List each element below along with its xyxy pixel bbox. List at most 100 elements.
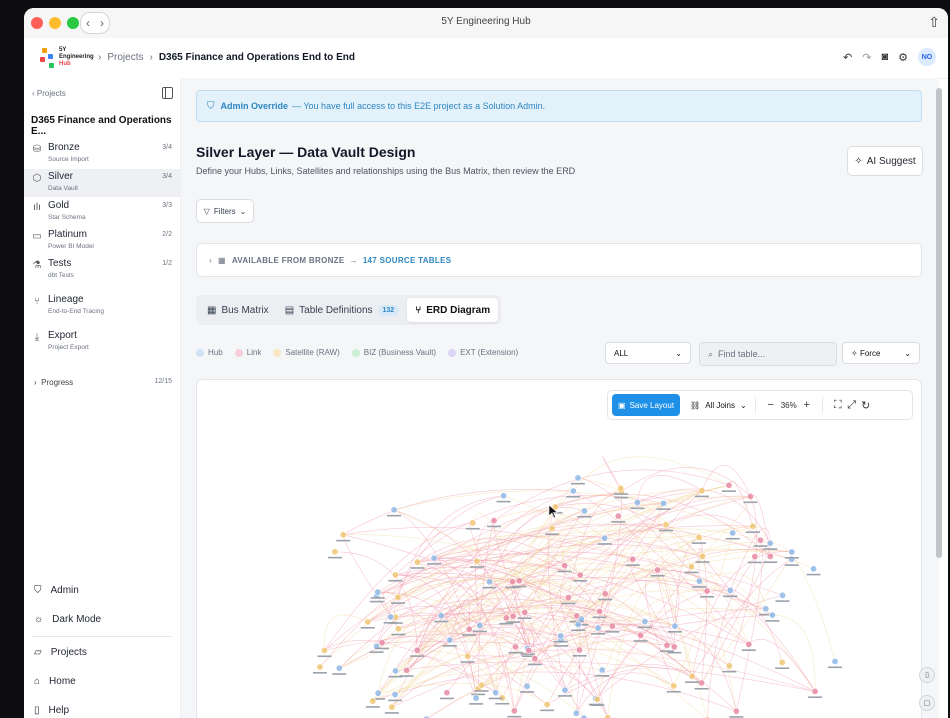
erd-node[interactable]	[670, 682, 678, 690]
erd-node[interactable]	[695, 533, 703, 541]
avatar[interactable]: NO	[918, 48, 936, 66]
erd-node[interactable]	[574, 620, 582, 628]
fit-view-icon[interactable]: ⛶	[831, 399, 845, 412]
erd-graph[interactable]	[197, 380, 921, 718]
erd-node[interactable]	[749, 522, 757, 530]
erd-node[interactable]	[732, 707, 740, 715]
erd-node[interactable]	[509, 612, 517, 620]
erd-node[interactable]	[378, 639, 386, 647]
sidebar-item-bronze[interactable]: ⛁ Bronze Source Import 3/4	[24, 140, 180, 168]
erd-node[interactable]	[614, 512, 622, 520]
tab-table-definitions[interactable]: ▤ Table Definitions 132	[277, 298, 408, 322]
erd-node[interactable]	[725, 481, 733, 489]
erd-node[interactable]	[523, 682, 531, 690]
erd-node[interactable]	[725, 662, 733, 670]
erd-canvas[interactable]: ▣ Save Layout ⛓ All Joins ⌄ − 36% + ⛶ ⤢ ↻	[196, 379, 922, 718]
erd-node[interactable]	[508, 578, 516, 586]
erd-node[interactable]	[369, 697, 377, 705]
erd-node[interactable]	[695, 577, 703, 585]
erd-node[interactable]	[331, 548, 339, 556]
erd-node[interactable]	[446, 636, 454, 644]
erd-node[interactable]	[699, 552, 707, 560]
erd-node[interactable]	[751, 553, 759, 561]
available-from-bronze-panel[interactable]: › ▦ AVAILABLE FROM BRONZE → 147 SOURCE T…	[196, 243, 922, 277]
erd-node[interactable]	[335, 664, 343, 672]
erd-node[interactable]	[637, 631, 645, 639]
erd-node[interactable]	[811, 687, 819, 695]
erd-node[interactable]	[698, 679, 706, 687]
erd-node[interactable]	[654, 566, 662, 574]
type-filter-select[interactable]: ALL ⌄	[605, 342, 691, 364]
erd-node[interactable]	[531, 655, 539, 663]
sidebar-back-link[interactable]: ‹ Projects	[32, 89, 66, 98]
erd-node[interactable]	[473, 557, 481, 565]
zoom-in-button[interactable]: +	[800, 399, 814, 411]
brand-logo[interactable]: 5Y Engineering Hub	[38, 46, 94, 72]
sidebar-item-gold[interactable]: ılı Gold Star Schema 3/3	[24, 198, 180, 226]
erd-node[interactable]	[469, 519, 477, 527]
breadcrumb-projects[interactable]: Projects	[107, 52, 143, 63]
erd-node[interactable]	[394, 625, 402, 633]
erd-node[interactable]	[745, 640, 753, 648]
redo-icon[interactable]: ↷	[862, 51, 871, 64]
erd-node[interactable]	[687, 563, 695, 571]
erd-node[interactable]	[388, 703, 396, 711]
sidebar-dark-mode[interactable]: ☼ Dark Mode	[34, 614, 101, 625]
erd-node[interactable]	[617, 484, 625, 492]
erd-node[interactable]	[580, 507, 588, 515]
erd-node[interactable]	[316, 663, 324, 671]
erd-node[interactable]	[364, 618, 372, 626]
erd-node[interactable]	[510, 707, 518, 715]
erd-node[interactable]	[598, 666, 606, 674]
erd-node[interactable]	[486, 578, 494, 586]
erd-node[interactable]	[464, 652, 472, 660]
erd-node[interactable]	[512, 643, 520, 651]
tab-bus-matrix[interactable]: ▦ Bus Matrix	[199, 298, 277, 322]
erd-node[interactable]	[490, 517, 498, 525]
sidebar-progress[interactable]: › Progress 12/15	[34, 378, 174, 387]
erd-node[interactable]	[726, 586, 734, 594]
sidebar-collapse-icon[interactable]	[162, 87, 173, 99]
erd-node[interactable]	[391, 667, 399, 675]
sidebar-item-platinum[interactable]: ▭ Platinum Power BI Model 2/2	[24, 227, 180, 255]
erd-node[interactable]	[543, 701, 551, 709]
erd-node[interactable]	[394, 593, 402, 601]
erd-node[interactable]	[561, 562, 569, 570]
erd-node[interactable]	[573, 612, 581, 620]
erd-node[interactable]	[768, 611, 776, 619]
erd-node[interactable]	[443, 689, 451, 697]
erd-node[interactable]	[746, 492, 754, 500]
erd-node[interactable]	[548, 524, 556, 532]
erd-node[interactable]	[465, 625, 473, 633]
erd-node[interactable]	[492, 689, 500, 697]
erd-node[interactable]	[557, 632, 565, 640]
fullscreen-icon[interactable]: ⤢	[845, 399, 859, 412]
erd-node[interactable]	[521, 608, 529, 616]
find-table-input[interactable]: ⌕ Find table...	[699, 342, 837, 366]
erd-node[interactable]	[572, 709, 580, 717]
erd-node[interactable]	[576, 571, 584, 579]
erd-node[interactable]	[698, 487, 706, 495]
erd-node[interactable]	[339, 531, 347, 539]
sidebar-item-silver[interactable]: ⬡ Silver Data Vault 3/4	[24, 169, 180, 197]
erd-node[interactable]	[601, 590, 609, 598]
undo-icon[interactable]: ↶	[843, 51, 852, 64]
joins-select[interactable]: ⛓ All Joins ⌄	[690, 401, 747, 410]
erd-node[interactable]	[430, 554, 438, 562]
erd-node[interactable]	[766, 539, 774, 547]
erd-node[interactable]	[391, 691, 399, 699]
erd-node[interactable]	[779, 591, 787, 599]
erd-node[interactable]	[476, 622, 484, 630]
erd-node[interactable]	[515, 577, 523, 585]
erd-node[interactable]	[374, 588, 382, 596]
sidebar-home[interactable]: ⌂ Home	[34, 676, 76, 687]
tab-erd-diagram[interactable]: ⑂ ERD Diagram	[407, 298, 499, 322]
erd-node[interactable]	[437, 612, 445, 620]
erd-node[interactable]	[633, 499, 641, 507]
erd-node[interactable]	[387, 613, 395, 621]
erd-node[interactable]	[574, 474, 582, 482]
sidebar-admin[interactable]: ⛉ Admin	[34, 585, 79, 596]
erd-node[interactable]	[629, 555, 637, 563]
sidebar-item-tests[interactable]: ⚗ Tests dbt Tests 1/2	[24, 256, 180, 284]
reset-icon[interactable]: ↻	[859, 399, 873, 412]
